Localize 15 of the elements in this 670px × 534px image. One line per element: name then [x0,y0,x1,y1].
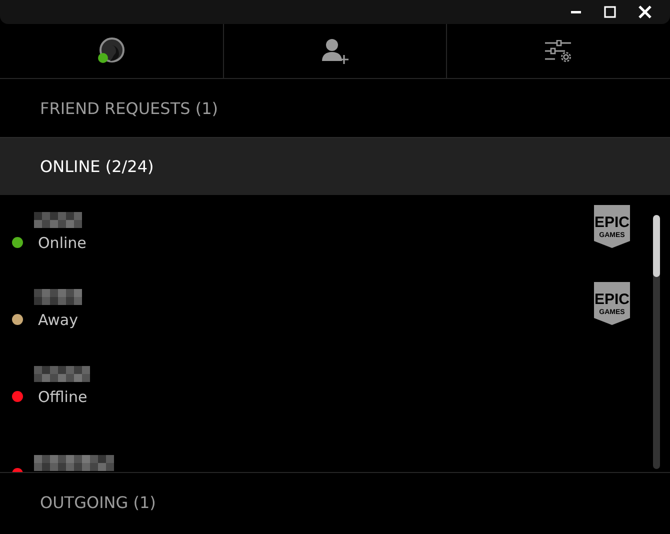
status-text: Away [38,310,79,328]
settings-icon [544,40,574,62]
pixelated-name [34,366,90,382]
status-text: Offline [38,388,88,406]
section-header[interactable]: FRIEND REQUESTS (1) [0,79,670,137]
add-friend-icon [320,37,350,65]
close-icon[interactable] [638,5,652,19]
pixelated-name [34,212,82,228]
scrollbar[interactable] [653,215,660,469]
section-header[interactable]: ONLINE (2/24) [0,137,670,195]
section-header[interactable]: OUTGOING (1) [0,473,670,531]
scroll-thumb[interactable] [653,215,660,277]
maximize-icon[interactable] [604,6,616,18]
pixelated-name [34,288,82,304]
status-text: Online [38,234,88,252]
